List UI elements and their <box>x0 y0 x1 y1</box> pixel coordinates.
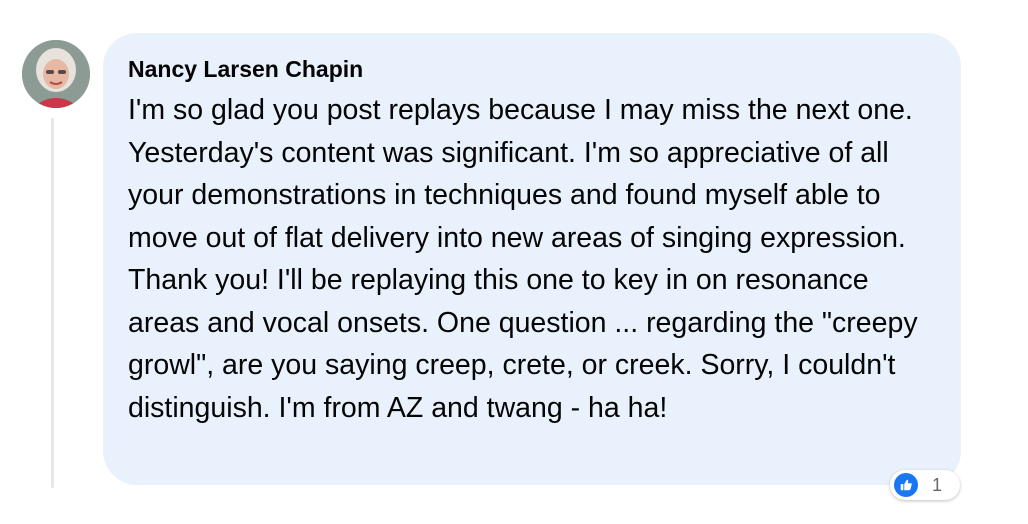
comment-bubble: Nancy Larsen Chapin I'm so glad you post… <box>103 33 961 485</box>
thumbs-up-icon <box>894 473 918 497</box>
reaction-count: 1 <box>932 474 943 495</box>
thread-line <box>51 118 54 488</box>
reaction-summary[interactable]: 1 <box>890 470 960 500</box>
avatar[interactable] <box>22 40 90 108</box>
comment-author[interactable]: Nancy Larsen Chapin <box>128 53 363 85</box>
comment-text: I'm so glad you post replays because I m… <box>128 94 918 424</box>
avatar-photo <box>22 40 90 108</box>
